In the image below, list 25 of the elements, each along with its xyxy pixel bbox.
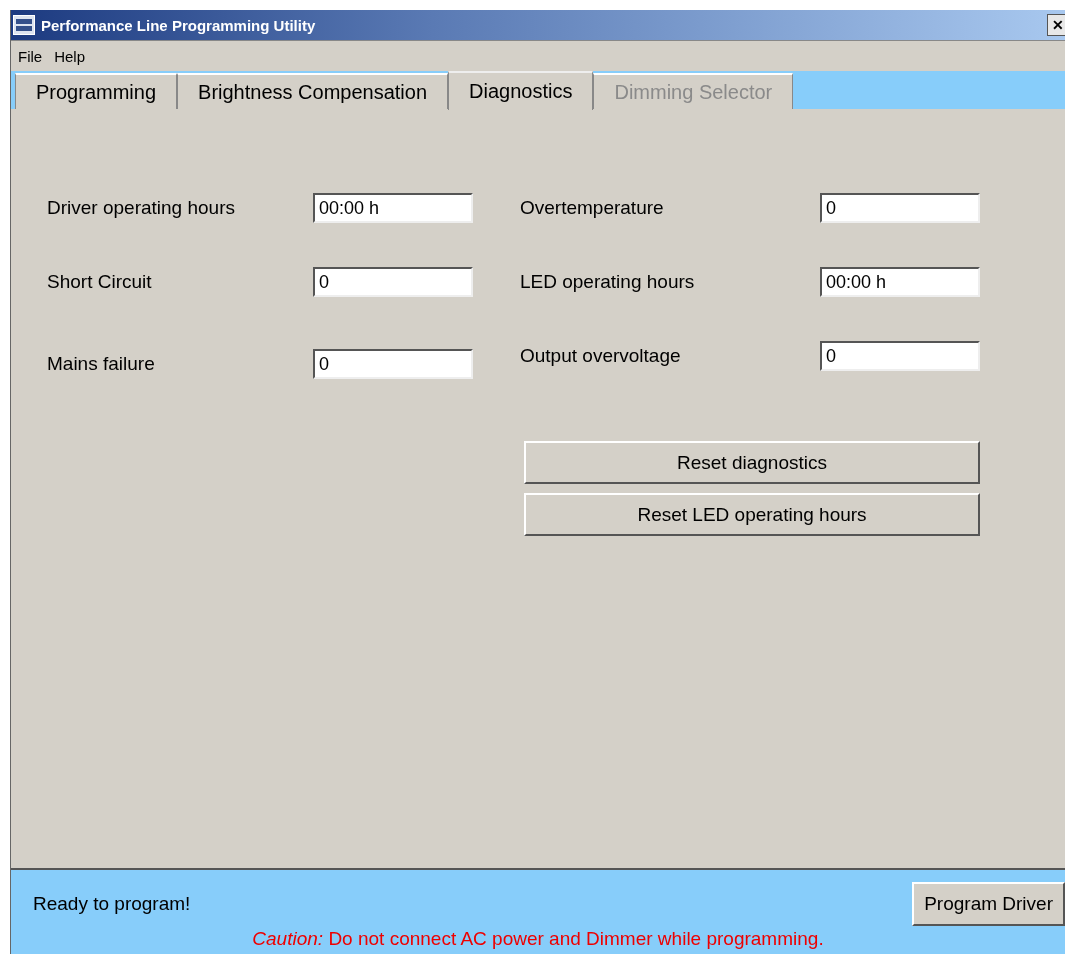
status-text: Ready to program! — [33, 893, 191, 915]
reset-button[interactable]: Reset LED operating hours — [524, 493, 980, 536]
window-title: Performance Line Programming Utility — [41, 16, 317, 34]
menu-item[interactable]: File — [18, 47, 43, 65]
menu-item[interactable]: Help — [54, 47, 86, 65]
input-field[interactable]: 0 — [820, 341, 980, 371]
app-icon — [13, 15, 35, 35]
field-label: Driver operating hours — [47, 197, 235, 219]
tab[interactable]: Programming — [15, 73, 178, 109]
field-label: Overtemperature — [520, 197, 664, 219]
close-button[interactable]: ✕ — [1047, 14, 1065, 36]
input-field[interactable]: 0 — [313, 267, 473, 297]
field-label: LED operating hours — [520, 271, 695, 293]
tab[interactable]: Brightness Compensation — [177, 73, 449, 109]
input-field[interactable]: 0 — [820, 193, 980, 223]
reset-button[interactable]: Reset diagnostics — [524, 441, 980, 484]
input-field[interactable]: 00:00 h — [313, 193, 473, 223]
program-driver-button[interactable]: Program Driver — [912, 882, 1065, 926]
input-field[interactable]: 0 — [313, 349, 473, 379]
input-field[interactable]: 00:00 h — [820, 267, 980, 297]
field-label: Output overvoltage — [520, 345, 681, 367]
tab[interactable]: Diagnostics — [448, 71, 594, 110]
field-label: Mains failure — [47, 353, 155, 375]
field-label: Short Circuit — [47, 271, 152, 293]
caution-text: Caution: Do not connect AC power and Dimmer while programming. — [251, 928, 825, 950]
